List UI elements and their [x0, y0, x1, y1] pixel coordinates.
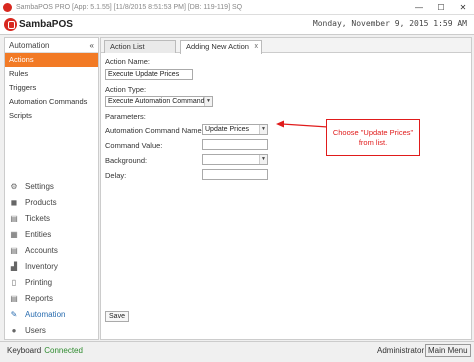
action-form: Action Name: Execute Update Prices Actio…: [101, 53, 471, 339]
chevron-down-icon: ▼: [204, 97, 212, 106]
command-value-label: Command Value:: [105, 141, 163, 150]
main-menu-button[interactable]: Main Menu: [425, 344, 471, 357]
window-title: SambaPOS PRO [App: 5.1.55] [11/8/2015 8:…: [16, 3, 243, 11]
action-name-input[interactable]: Execute Update Prices: [105, 69, 193, 80]
background-select[interactable]: ▼: [202, 154, 268, 165]
save-button[interactable]: Save: [105, 311, 129, 322]
tab-bar: Action List Adding New Action x: [101, 38, 471, 54]
status-bar: Keyboard Connected Administrator Main Men…: [0, 341, 474, 362]
keyboard-label: Keyboard: [7, 346, 42, 355]
close-button[interactable]: ✕: [452, 0, 474, 15]
app-header: SambaPOS Monday, November 9, 2015 1:59 A…: [0, 15, 474, 35]
callout-line-1: Choose "Update Prices": [332, 127, 414, 137]
wand-icon: ✎: [10, 309, 18, 319]
collapse-icon[interactable]: «: [90, 41, 94, 50]
nav-label: Inventory: [25, 261, 58, 271]
chevron-down-icon: ▼: [259, 155, 267, 164]
logo-text: SambaPOS: [19, 19, 73, 30]
nav-printing[interactable]: ▯ Printing: [5, 274, 98, 290]
grid-icon: ▦: [10, 229, 18, 239]
sidebar-submenu: Actions Rules Triggers Automation Comman…: [5, 53, 98, 123]
sambapos-logo: SambaPOS: [4, 18, 73, 31]
tab-action-list[interactable]: Action List: [104, 40, 176, 53]
background-label: Background:: [105, 156, 148, 165]
nav-label: Reports: [25, 293, 54, 303]
delay-input[interactable]: [202, 169, 268, 180]
nav-label: Users: [25, 325, 46, 335]
app-icon: [3, 2, 12, 12]
tab-label: Adding New Action: [186, 42, 249, 51]
main-panel: Action List Adding New Action x Action Na…: [100, 37, 472, 340]
nav-automation[interactable]: ✎ Automation: [5, 306, 98, 322]
nav-products[interactable]: ◼ Products: [5, 194, 98, 210]
nav-label: Automation: [25, 309, 66, 319]
sidebar-item-actions[interactable]: Actions: [5, 53, 98, 67]
command-name-value: Update Prices: [205, 126, 249, 133]
parameters-label: Parameters:: [105, 112, 146, 121]
nav-entities[interactable]: ▦ Entities: [5, 226, 98, 242]
sidebar-item-automation-commands[interactable]: Automation Commands: [5, 95, 98, 109]
nav-label: Products: [25, 197, 57, 207]
action-type-select[interactable]: Execute Automation Command ▼: [105, 96, 213, 107]
command-value-input[interactable]: [202, 139, 268, 150]
ledger-icon: ▤: [10, 245, 18, 255]
logo-icon: [4, 18, 17, 31]
command-name-select[interactable]: Update Prices ▼: [202, 124, 268, 135]
tab-label: Action List: [110, 42, 145, 51]
report-icon: ▤: [10, 293, 18, 303]
tab-close-icon[interactable]: x: [255, 41, 259, 53]
sidebar: Automation « Actions Rules Triggers Auto…: [4, 37, 99, 340]
nav-label: Printing: [25, 277, 53, 287]
nav-label: Accounts: [25, 245, 58, 255]
current-datetime: Monday, November 9, 2015 1:59 AM: [312, 19, 467, 28]
window-controls: — ☐ ✕: [408, 0, 474, 15]
nav-settings[interactable]: ⚙ Settings: [5, 178, 98, 194]
action-type-label: Action Type:: [105, 85, 147, 94]
main-nav: ⚙ Settings ◼ Products ▤ Tickets ▦ Entities ▤…: [5, 178, 98, 338]
tab-adding-new-action[interactable]: Adding New Action x: [180, 40, 262, 54]
sidebar-header: Automation «: [5, 38, 98, 53]
chevron-down-icon: ▼: [259, 125, 267, 134]
nav-label: Entities: [25, 229, 52, 239]
nav-accounts[interactable]: ▤ Accounts: [5, 242, 98, 258]
window-titlebar: SambaPOS PRO [App: 5.1.55] [11/8/2015 8:…: [0, 0, 474, 15]
cube-icon: ◼: [10, 197, 18, 207]
instruction-callout: Choose "Update Prices" from list.: [326, 119, 420, 156]
maximize-button[interactable]: ☐: [430, 0, 452, 15]
callout-line-2: from list.: [358, 137, 388, 147]
nav-inventory[interactable]: ▟ Inventory: [5, 258, 98, 274]
chart-icon: ▟: [10, 261, 18, 271]
command-name-label: Automation Command Name:: [105, 126, 204, 135]
callout-arrow: [276, 120, 328, 128]
connection-status: Connected: [44, 346, 83, 355]
current-user: Administrator: [377, 346, 425, 355]
user-icon: ●: [11, 325, 17, 335]
sidebar-item-triggers[interactable]: Triggers: [5, 81, 98, 95]
ticket-icon: ▤: [10, 213, 18, 223]
minimize-button[interactable]: —: [408, 0, 430, 15]
nav-label: Settings: [25, 181, 54, 191]
sidebar-title: Automation: [9, 40, 50, 50]
action-name-label: Action Name:: [105, 57, 151, 66]
nav-label: Tickets: [25, 213, 51, 223]
nav-tickets[interactable]: ▤ Tickets: [5, 210, 98, 226]
nav-reports[interactable]: ▤ Reports: [5, 290, 98, 306]
delay-label: Delay:: [105, 171, 127, 180]
document-icon: ▯: [11, 277, 17, 287]
nav-users[interactable]: ● Users: [5, 322, 98, 338]
gear-icon: ⚙: [10, 181, 18, 191]
sidebar-item-scripts[interactable]: Scripts: [5, 109, 98, 123]
action-type-value: Execute Automation Command: [108, 98, 205, 105]
keyboard-status[interactable]: Keyboard Connected: [7, 346, 83, 355]
sidebar-item-rules[interactable]: Rules: [5, 67, 98, 81]
